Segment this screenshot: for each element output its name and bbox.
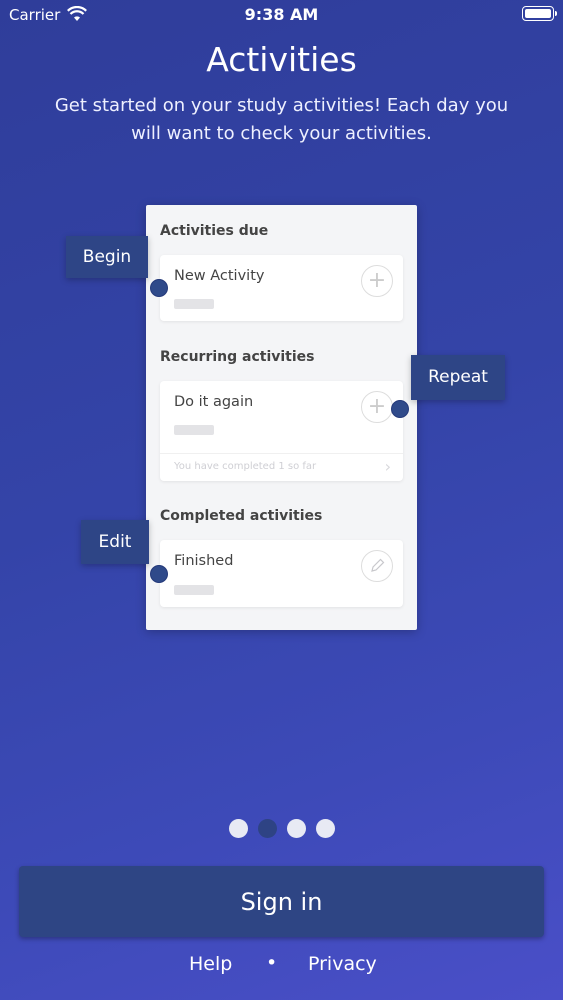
placeholder-bar: [174, 585, 214, 595]
activity-item-new: New Activity +: [160, 255, 403, 321]
chevron-right-icon: ›: [384, 457, 391, 476]
battery-icon: [522, 6, 557, 21]
section-heading-completed: Completed activities: [160, 508, 323, 524]
activities-preview-card: Activities due New Activity + Recurring …: [146, 205, 417, 630]
page-title: Activities: [206, 40, 357, 79]
activity-item-recurring: Do it again + You have completed 1 so fa…: [160, 381, 403, 481]
page-indicator[interactable]: [0, 819, 563, 838]
page-dot-3[interactable]: [286, 819, 306, 838]
activity-name: New Activity: [174, 268, 265, 284]
callout-repeat: Repeat: [411, 355, 505, 400]
sign-in-button[interactable]: Sign in: [19, 866, 544, 937]
footer-separator: •: [266, 952, 278, 974]
callout-begin-marker: [150, 279, 168, 297]
callout-edit: Edit: [81, 520, 149, 564]
plus-icon: +: [361, 391, 393, 423]
page-subtitle: Get started on your study activities! Ea…: [54, 95, 509, 144]
page-dot-4[interactable]: [315, 819, 335, 838]
callout-begin: Begin: [66, 236, 148, 278]
section-heading-due: Activities due: [160, 223, 269, 239]
placeholder-bar: [174, 425, 214, 435]
section-heading-recurring: Recurring activities: [160, 349, 315, 365]
plus-icon: +: [361, 265, 393, 297]
page-dot-1[interactable]: [228, 819, 248, 838]
footer-links: Help • Privacy: [0, 952, 563, 977]
privacy-link[interactable]: Privacy: [308, 953, 377, 975]
placeholder-bar: [174, 299, 214, 309]
activity-name: Finished: [174, 553, 234, 569]
status-bar: Carrier 9:38 AM: [0, 0, 563, 30]
recurring-progress-row: You have completed 1 so far ›: [160, 453, 403, 482]
help-link[interactable]: Help: [189, 953, 232, 975]
callout-edit-marker: [150, 565, 168, 583]
page-dot-2-active[interactable]: [257, 819, 277, 838]
pencil-icon: [361, 550, 393, 582]
activity-item-finished: Finished: [160, 540, 403, 607]
status-time: 9:38 AM: [244, 5, 319, 24]
callout-repeat-marker: [391, 400, 409, 418]
recurring-progress-text: You have completed 1 so far: [174, 461, 317, 472]
activity-name: Do it again: [174, 394, 254, 410]
